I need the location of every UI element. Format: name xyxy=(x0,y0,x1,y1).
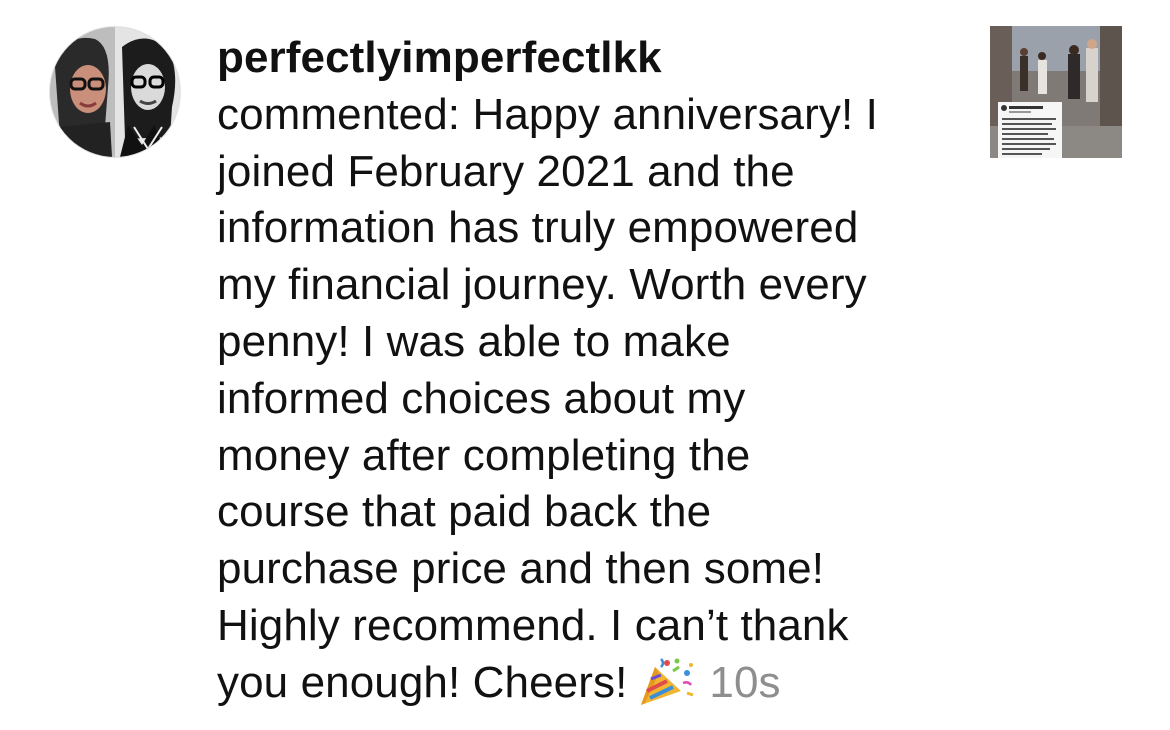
profile-photo-icon xyxy=(50,27,180,157)
username[interactable]: perfectlyimperfectlkk xyxy=(217,30,947,87)
comment-line: you enough! Cheers! xyxy=(217,657,628,707)
post-thumbnail-icon xyxy=(990,26,1122,158)
comment-text: perfectlyimperfectlkk commented: Happy a… xyxy=(217,30,947,722)
comment-line: informed choices about my xyxy=(217,373,746,423)
timestamp: 10s xyxy=(709,657,781,707)
comment-line: Highly recommend. I can’t thank xyxy=(217,600,849,650)
comment-line: penny! I was able to make xyxy=(217,316,731,366)
comment-action: commented: xyxy=(217,89,461,139)
profile-avatar[interactable] xyxy=(50,27,180,157)
comment-line: money after completing the xyxy=(217,430,751,480)
comment-line: joined February 2021 and the xyxy=(217,146,795,196)
comment-line: Happy anniversary! I xyxy=(472,89,878,139)
activity-notification[interactable]: perfectlyimperfectlkk commented: Happy a… xyxy=(0,0,1170,730)
comment-line: information has truly empowered xyxy=(217,203,859,253)
post-thumbnail[interactable] xyxy=(990,26,1122,158)
comment-line: my financial journey. Worth every xyxy=(217,260,867,310)
comment-line: course that paid back the xyxy=(217,487,712,537)
comment-line: purchase price and then some! xyxy=(217,544,825,594)
party-popper-icon xyxy=(637,657,695,722)
